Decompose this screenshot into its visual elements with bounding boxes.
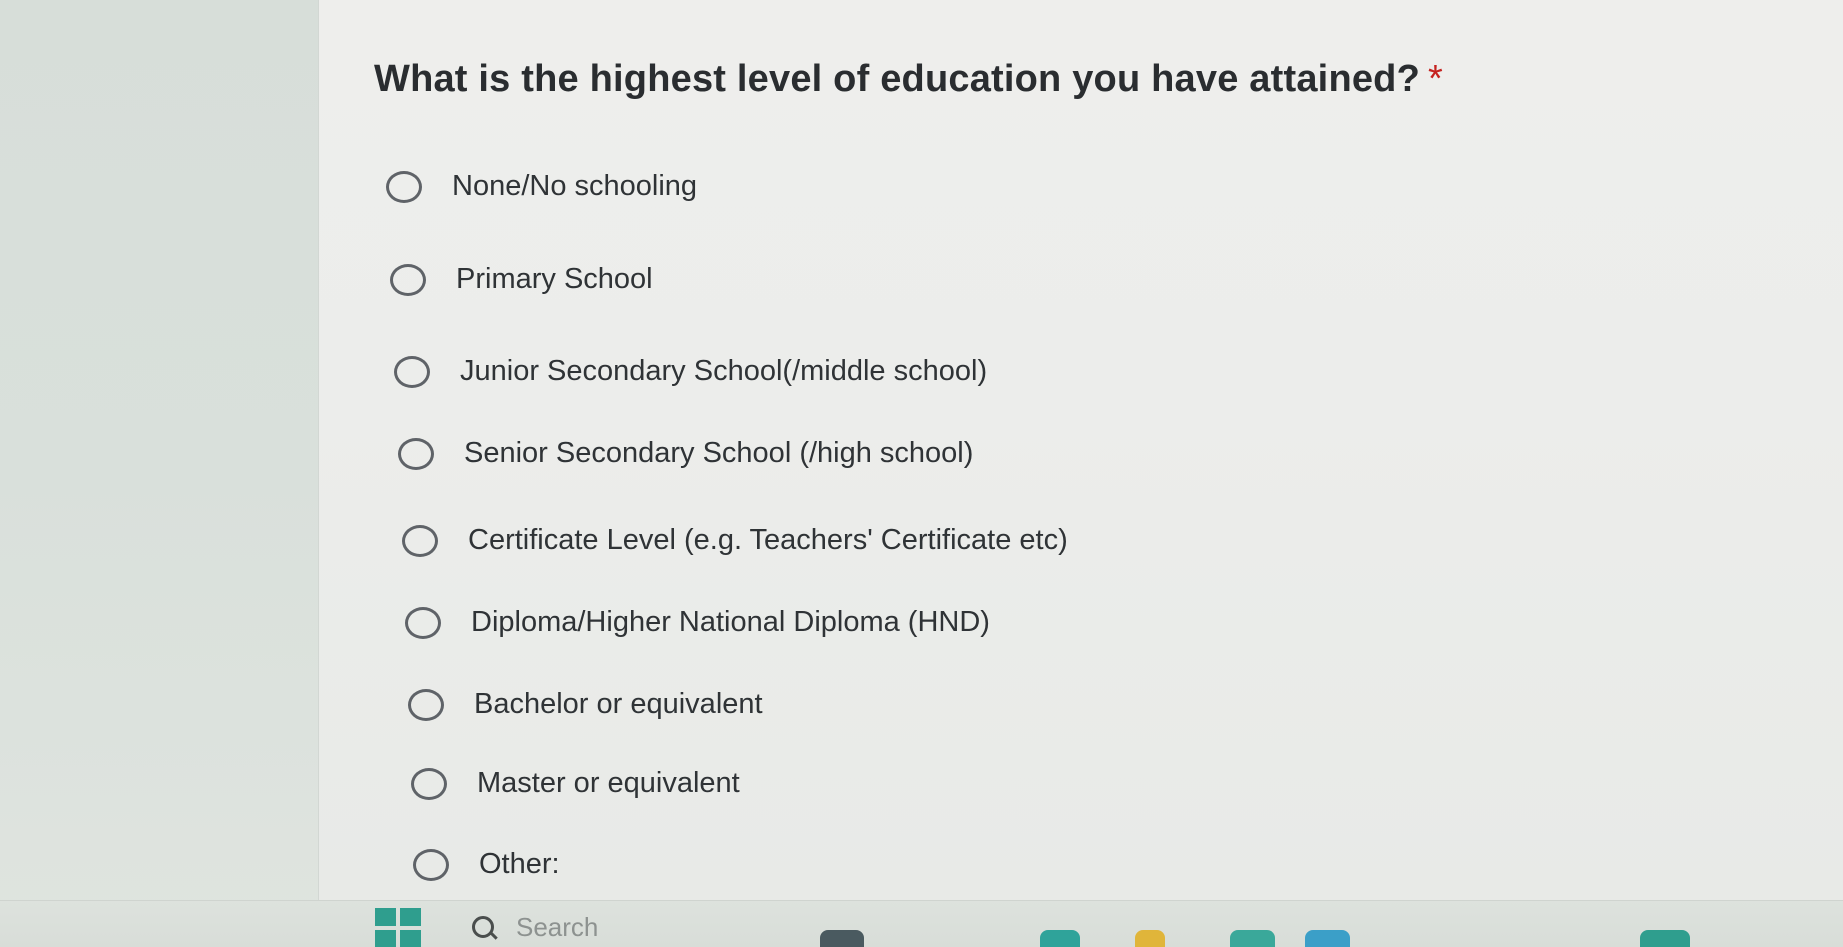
search-placeholder: Search	[516, 912, 599, 942]
taskbar-app-icon[interactable]	[1230, 930, 1275, 947]
radio-button[interactable]	[405, 606, 441, 639]
radio-button[interactable]	[398, 437, 434, 470]
windows-logo-icon[interactable]	[375, 908, 421, 947]
radio-button[interactable]	[394, 355, 430, 388]
radio-button[interactable]	[411, 767, 447, 800]
taskbar-app-icon[interactable]	[1135, 930, 1165, 947]
option-label: Certificate Level (e.g. Teachers' Certif…	[468, 524, 1068, 556]
option-other[interactable]: Other:	[413, 848, 560, 881]
option-bachelor[interactable]: Bachelor or equivalent	[408, 688, 763, 721]
option-junior-secondary[interactable]: Junior Secondary School(/middle school)	[394, 355, 987, 388]
option-label: Junior Secondary School(/middle school)	[460, 355, 988, 387]
taskbar-app-icon[interactable]	[820, 930, 864, 947]
radio-button[interactable]	[386, 170, 422, 203]
radio-button[interactable]	[402, 524, 438, 557]
option-certificate-level[interactable]: Certificate Level (e.g. Teachers' Certif…	[402, 524, 1068, 557]
radio-button[interactable]	[390, 263, 426, 296]
option-label: Other:	[479, 848, 560, 880]
page-background-left	[0, 0, 318, 947]
option-label: Primary School	[456, 263, 653, 295]
required-asterisk: *	[1428, 58, 1444, 100]
taskbar-search[interactable]: Search	[470, 912, 598, 943]
option-label: None/No schooling	[452, 170, 698, 202]
taskbar	[0, 900, 1843, 947]
radio-button[interactable]	[408, 688, 444, 721]
question-text: What is the highest level of education y…	[374, 58, 1421, 100]
taskbar-app-icon[interactable]	[1640, 930, 1690, 947]
option-master[interactable]: Master or equivalent	[411, 767, 740, 800]
question-title: What is the highest level of education y…	[374, 58, 1443, 101]
option-label: Master or equivalent	[477, 767, 740, 799]
search-icon	[470, 914, 498, 942]
option-label: Senior Secondary School (/high school)	[464, 437, 974, 469]
option-diploma-hnd[interactable]: Diploma/Higher National Diploma (HND)	[405, 606, 990, 639]
option-label: Diploma/Higher National Diploma (HND)	[471, 606, 990, 638]
option-none[interactable]: None/No schooling	[386, 170, 697, 203]
radio-button[interactable]	[413, 848, 449, 881]
option-label: Bachelor or equivalent	[474, 688, 763, 720]
option-primary-school[interactable]: Primary School	[390, 263, 653, 296]
taskbar-app-icon[interactable]	[1040, 930, 1080, 947]
option-senior-secondary[interactable]: Senior Secondary School (/high school)	[398, 437, 973, 470]
taskbar-app-icon[interactable]	[1305, 930, 1350, 947]
